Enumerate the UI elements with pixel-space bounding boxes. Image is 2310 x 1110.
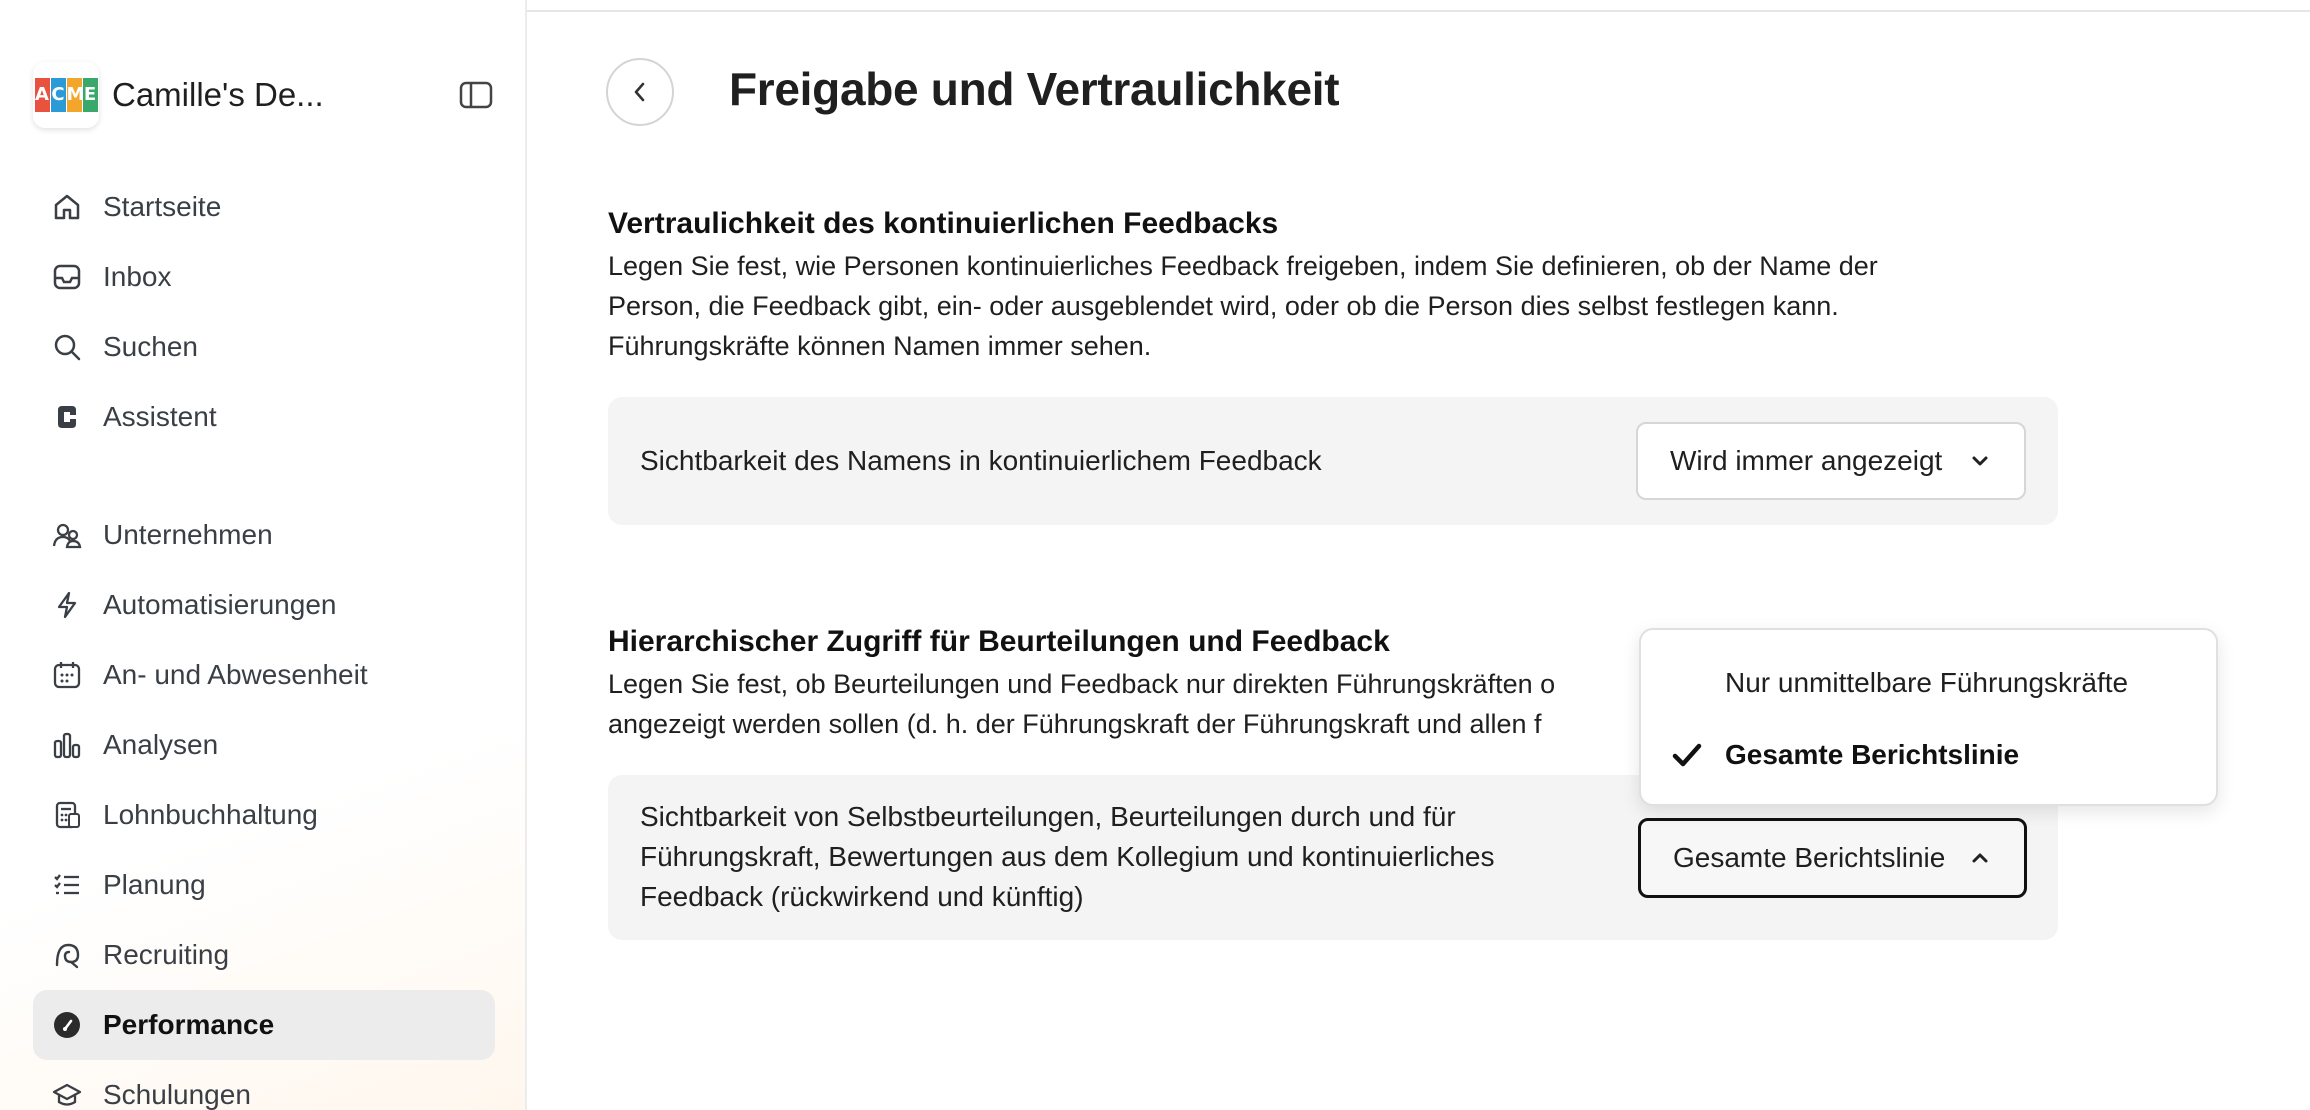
hierarchical-access-dropdown: Nur unmittelbare Führungskräfte Gesamte …	[1639, 628, 2218, 806]
sidebar-item-assistent[interactable]: Assistent	[33, 382, 495, 452]
option-label: Gesamte Berichtslinie	[1725, 739, 2020, 770]
sidebar-item-performance[interactable]: Performance	[33, 990, 495, 1060]
sidebar-item-recruiting[interactable]: Recruiting	[33, 920, 495, 990]
sidebar-item-label: Schulungen	[103, 1079, 251, 1110]
gauge-icon	[51, 1009, 83, 1041]
option-direct-managers[interactable]: Nur unmittelbare Führungskräfte	[1641, 650, 2216, 716]
graduation-icon	[51, 1079, 83, 1110]
chevron-up-icon	[1972, 853, 1988, 863]
chevron-down-icon	[1972, 456, 1988, 466]
sidebar-item-planung[interactable]: Planung	[33, 850, 495, 920]
people-icon	[51, 519, 83, 551]
workspace-switcher[interactable]: A C M E Camille's De...	[33, 62, 493, 128]
back-button[interactable]	[606, 58, 674, 126]
description-line: Person, die Feedback gibt, ein- oder aus…	[608, 291, 1839, 321]
sidebar-item-label: Performance	[103, 1009, 275, 1040]
sidebar-item-label: Planung	[103, 869, 206, 900]
sidebar-item-label: Assistent	[103, 401, 217, 432]
sidebar-item-label: Inbox	[103, 261, 172, 292]
search-icon	[51, 331, 83, 363]
sidebar-item-lohnbuchhaltung[interactable]: Lohnbuchhaltung	[33, 780, 495, 850]
setting-label-line: Führungskraft, Bewertungen aus dem Kolle…	[640, 841, 1495, 872]
setting-label: Sichtbarkeit des Namens in kontinuierlic…	[640, 445, 1322, 476]
inbox-icon	[51, 261, 83, 293]
setting-card-name-visibility: Sichtbarkeit des Namens in kontinuierlic…	[608, 397, 2058, 525]
section-title-hierarchical-access: Hierarchischer Zugriff für Beurteilungen…	[608, 625, 1390, 658]
sidebar-item-label: Startseite	[103, 191, 222, 222]
sidebar-item-automatisierungen[interactable]: Automatisierungen	[33, 570, 495, 640]
sidebar-item-label: Recruiting	[103, 939, 230, 970]
recruiting-icon	[51, 939, 83, 971]
sidebar-item-label: An- und Abwesenheit	[103, 659, 368, 690]
sidebar-item-label: Automatisierungen	[103, 589, 337, 620]
logo-letter: A	[34, 78, 50, 112]
checkmark-icon	[1672, 743, 1702, 767]
sidebar-toggle-icon[interactable]	[459, 80, 493, 110]
sidebar-item-label: Lohnbuchhaltung	[103, 799, 318, 830]
section-description: Legen Sie fest, wie Personen kontinuierl…	[608, 246, 2028, 366]
top-divider	[527, 10, 2310, 12]
acme-logo: A C M E	[33, 62, 99, 128]
sidebar-item-inbox[interactable]: Inbox	[33, 242, 495, 312]
calendar-icon	[51, 659, 83, 691]
sidebar-nav-primary: Startseite Inbox Suchen Assistent	[33, 172, 495, 452]
sidebar-item-label: Unternehmen	[103, 519, 273, 550]
sidebar-item-suchen[interactable]: Suchen	[33, 312, 495, 382]
section-title-feedback-confidentiality: Vertraulichkeit des kontinuierlichen Fee…	[608, 207, 1279, 240]
sidebar-item-label: Analysen	[103, 729, 219, 760]
description-line: Führungskräfte können Namen immer sehen.	[608, 331, 1152, 361]
calculator-icon	[51, 799, 83, 831]
sidebar-item-abwesenheit[interactable]: An- und Abwesenheit	[33, 640, 495, 710]
logo-letter: M	[66, 78, 84, 112]
description-line: Legen Sie fest, wie Personen kontinuierl…	[608, 251, 1878, 281]
workspace-name: Camille's De...	[112, 76, 324, 113]
page-title: Freigabe und Vertraulichkeit	[729, 63, 1340, 115]
checklist-icon	[51, 869, 83, 901]
home-icon	[51, 191, 83, 223]
chevron-left-icon	[634, 82, 645, 102]
logo-letter: C	[50, 78, 66, 112]
bar-chart-icon	[51, 729, 83, 761]
logo-letter: E	[82, 78, 98, 112]
assistant-icon	[51, 401, 83, 433]
sidebar-item-label: Suchen	[103, 331, 198, 362]
sidebar-item-analysen[interactable]: Analysen	[33, 710, 495, 780]
select-value: Wird immer angezeigt	[1670, 445, 1943, 476]
sidebar-item-startseite[interactable]: Startseite	[33, 172, 495, 242]
setting-label-line: Sichtbarkeit von Selbstbeurteilungen, Be…	[640, 801, 1456, 832]
hierarchical-access-select[interactable]: Gesamte Berichtslinie	[1638, 818, 2027, 898]
lightning-icon	[51, 589, 83, 621]
select-value: Gesamte Berichtslinie	[1673, 842, 1946, 873]
option-entire-reporting-line[interactable]: Gesamte Berichtslinie	[1641, 722, 2216, 788]
name-visibility-select[interactable]: Wird immer angezeigt	[1636, 422, 2026, 500]
setting-label-line: Feedback (rückwirkend und künftig)	[640, 881, 1084, 912]
setting-label: Sichtbarkeit von Selbstbeurteilungen, Be…	[640, 797, 1600, 917]
sidebar: A C M E Camille's De... Startseite Inbox…	[0, 0, 527, 1110]
option-label: Nur unmittelbare Führungskräfte	[1725, 667, 2129, 698]
sidebar-item-schulungen[interactable]: Schulungen	[33, 1060, 495, 1110]
sidebar-item-unternehmen[interactable]: Unternehmen	[33, 500, 495, 570]
sidebar-nav-secondary: Unternehmen Automatisierungen An- und Ab…	[33, 500, 495, 1110]
